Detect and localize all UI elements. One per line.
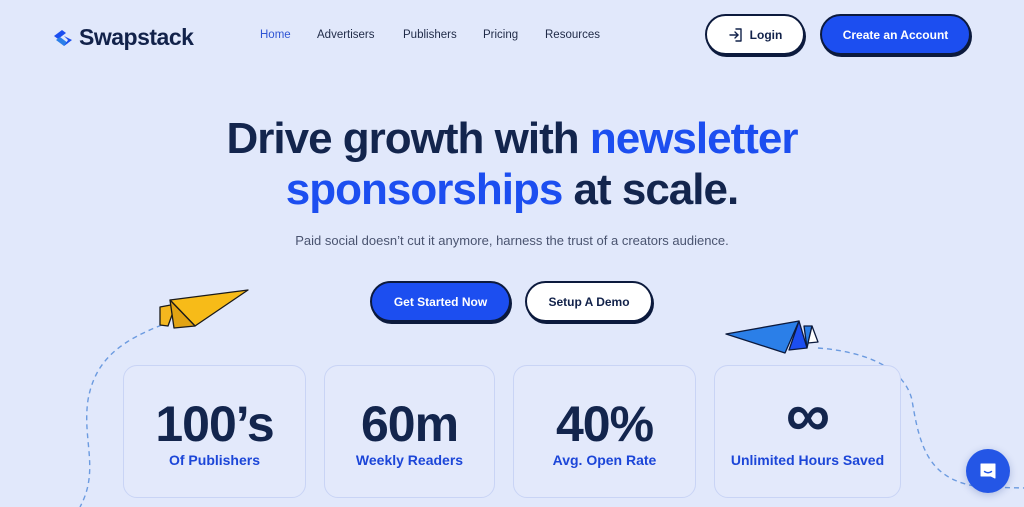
create-account-button[interactable]: Create an Account — [820, 14, 971, 55]
brand-logo[interactable]: Swapstack — [51, 24, 194, 51]
stat-card-readers: 60m Weekly Readers — [324, 365, 495, 498]
stat-card-hours-saved: ∞ Unlimited Hours Saved — [714, 365, 901, 498]
login-icon — [728, 27, 742, 42]
stat-label: Avg. Open Rate — [552, 452, 657, 468]
stat-card-publishers: 100’s Of Publishers — [123, 365, 306, 498]
chat-launcher-button[interactable] — [966, 449, 1010, 493]
yellow-paper-plane-icon — [159, 289, 249, 329]
nav-link-publishers[interactable]: Publishers — [403, 29, 457, 41]
nav-link-home[interactable]: Home — [260, 29, 291, 41]
login-label: Login — [749, 27, 783, 42]
nav-link-resources[interactable]: Resources — [545, 29, 600, 41]
hero-title-accent2: sponsorships — [285, 165, 563, 214]
stat-label: Weekly Readers — [355, 452, 464, 468]
stat-value: 40% — [555, 396, 654, 452]
setup-demo-button[interactable]: Setup A Demo — [525, 281, 653, 322]
nav-link-advertisers[interactable]: Advertisers — [317, 29, 375, 41]
get-started-button[interactable]: Get Started Now — [370, 281, 511, 322]
infinity-icon: ∞ — [785, 381, 830, 450]
hero-title-accent1: newsletter — [589, 114, 799, 163]
swapstack-logo-icon — [54, 29, 72, 46]
hero-subtitle: Paid social doesn’t cut it anymore, harn… — [295, 233, 729, 248]
blue-paper-plane-icon — [725, 320, 819, 354]
stat-value: 60m — [360, 396, 459, 452]
chat-icon — [980, 463, 996, 479]
hero-title-part2: at scale. — [562, 165, 740, 214]
login-button[interactable]: Login — [705, 14, 805, 55]
stat-card-open-rate: 40% Avg. Open Rate — [513, 365, 696, 498]
stat-label: Unlimited Hours Saved — [730, 452, 885, 468]
stat-label: Of Publishers — [168, 452, 261, 468]
brand-name: Swapstack — [79, 24, 194, 50]
hero-title: Drive growth with newsletter sponsorship… — [0, 113, 1024, 215]
nav-link-pricing[interactable]: Pricing — [483, 29, 518, 41]
top-navigation: Swapstack Home Advertisers Publishers Pr… — [0, 0, 1024, 72]
hero-title-part1: Drive growth with — [226, 114, 590, 163]
stat-value: 100’s — [155, 396, 274, 452]
